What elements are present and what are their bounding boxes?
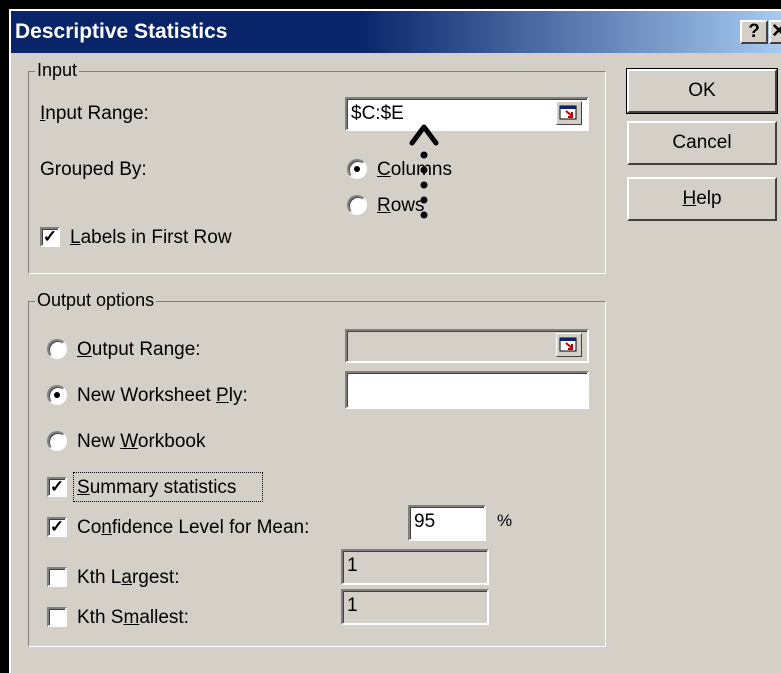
new-workbook-label: New Workbook (77, 431, 206, 452)
labels-first-row-label: Labels in First Row (70, 227, 232, 248)
labels-first-row-checkbox[interactable]: ✓ (40, 227, 60, 247)
confidence-level-checkbox[interactable]: ✓ (47, 517, 67, 537)
descriptive-statistics-dialog: Descriptive Statistics ? ✕ Input Input R… (9, 9, 781, 673)
kth-smallest-checkbox[interactable] (47, 607, 67, 627)
input-range-value: $C:$E (351, 103, 404, 124)
summary-statistics-checkbox[interactable]: ✓ (47, 477, 67, 497)
new-worksheet-ply-radio[interactable] (47, 385, 67, 405)
help-title-button[interactable]: ? (740, 20, 768, 44)
new-workbook-radio[interactable] (47, 431, 67, 451)
output-options-legend: Output options (35, 290, 157, 311)
rows-radio[interactable] (347, 195, 367, 215)
up-arrow-annotation-icon (409, 124, 439, 219)
window-title: Descriptive Statistics (15, 20, 228, 43)
focus-rectangle (73, 472, 263, 502)
confidence-level-value: 95 (414, 511, 436, 532)
output-range-field[interactable] (345, 329, 589, 363)
input-range-label-text: nput Range: (45, 103, 149, 124)
confidence-level-label: Confidence Level for Mean: (77, 517, 310, 538)
help-button[interactable]: Help (627, 177, 777, 221)
input-range-label: Input Range: (40, 103, 149, 124)
input-range-collapse-button[interactable] (556, 101, 582, 125)
output-range-collapse-button[interactable] (556, 333, 582, 357)
new-worksheet-ply-field[interactable] (345, 371, 589, 409)
input-legend: Input (35, 60, 80, 81)
kth-largest-field[interactable]: 1 (341, 549, 489, 585)
new-worksheet-ply-label: New Worksheet Ply: (77, 385, 248, 406)
cancel-button[interactable]: Cancel (627, 121, 777, 165)
kth-largest-checkbox[interactable] (47, 567, 67, 587)
kth-smallest-value: 1 (347, 595, 358, 616)
kth-smallest-field[interactable]: 1 (341, 589, 489, 625)
collapse-dialog-icon (559, 105, 577, 120)
kth-largest-value: 1 (347, 555, 358, 576)
kth-smallest-label: Kth Smallest: (77, 607, 189, 628)
confidence-level-field[interactable]: 95 (408, 505, 486, 541)
percent-sign: % (497, 511, 513, 530)
kth-largest-label: Kth Largest: (77, 567, 180, 588)
ok-button[interactable]: OK (626, 68, 778, 114)
grouped-by-label: Grouped By: (40, 159, 147, 180)
output-range-label: Output Range: (77, 339, 201, 360)
columns-radio[interactable] (347, 159, 367, 179)
output-range-radio[interactable] (47, 339, 67, 359)
close-title-button[interactable]: ✕ (769, 20, 781, 44)
title-bar: Descriptive Statistics ? ✕ (11, 11, 781, 53)
input-range-field[interactable]: $C:$E (345, 97, 589, 131)
collapse-dialog-icon (559, 337, 577, 352)
